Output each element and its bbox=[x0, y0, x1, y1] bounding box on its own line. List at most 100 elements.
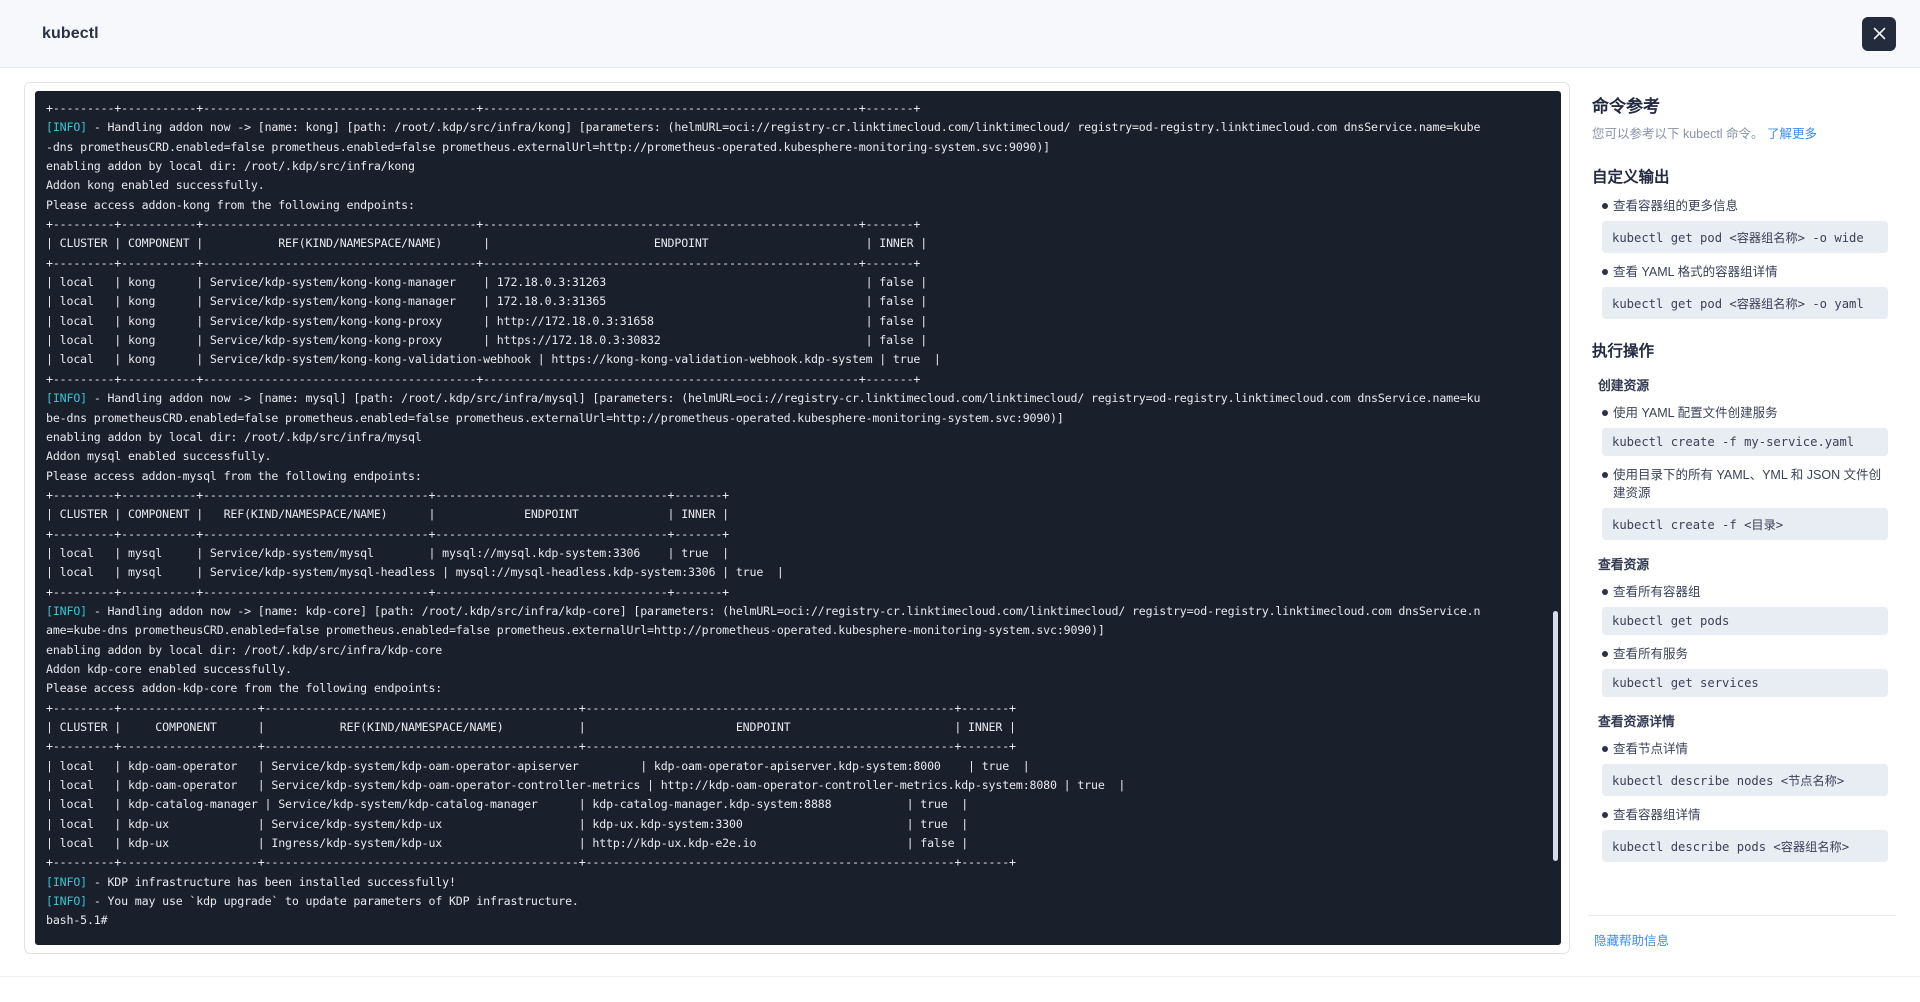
help-description-text: 您可以参考以下 kubectl 命令。 bbox=[1592, 127, 1764, 141]
log-level-info: [INFO] bbox=[46, 120, 87, 135]
bullet-icon bbox=[1602, 203, 1608, 209]
terminal-line: ame=kube-dns prometheusCRD.enabled=false… bbox=[46, 623, 1105, 638]
dialog-body: +---------+-----------+-----------------… bbox=[0, 68, 1920, 976]
terminal-line: | local | kong | Service/kdp-system/kong… bbox=[46, 275, 928, 290]
bullet-icon bbox=[1602, 472, 1608, 478]
terminal-line: +---------+-----------+-----------------… bbox=[46, 584, 730, 599]
terminal-line: bash-5.1# bbox=[46, 913, 108, 928]
dialog-titlebar: kubectl bbox=[0, 0, 1920, 68]
bullet-icon bbox=[1602, 269, 1608, 275]
help-command-snippet[interactable]: kubectl create -f <目录> bbox=[1602, 508, 1888, 540]
terminal-line: [INFO] - Handling addon now -> [name: my… bbox=[46, 391, 1481, 406]
help-section-heading: 自定义输出 bbox=[1592, 169, 1670, 186]
terminal-line: enabling addon by local dir: /root/.kdp/… bbox=[46, 642, 443, 657]
help-group-heading: 查看资源 bbox=[1598, 557, 1650, 572]
terminal-line: | local | mysql | Service/kdp-system/mys… bbox=[46, 545, 730, 560]
learn-more-link[interactable]: 了解更多 bbox=[1767, 127, 1817, 141]
help-command-snippet[interactable]: kubectl describe pods <容器组名称> bbox=[1602, 830, 1888, 862]
terminal-line: | CLUSTER | COMPONENT | REF(KIND/NAMESPA… bbox=[46, 236, 928, 251]
terminal-line: Please access addon-kong from the follow… bbox=[46, 197, 415, 212]
terminal-scrollbar-thumb[interactable] bbox=[1553, 611, 1558, 861]
help-footer: 隐藏帮助信息 bbox=[1588, 915, 1896, 954]
terminal-line: | CLUSTER | COMPONENT | REF(KIND/NAMESPA… bbox=[46, 507, 730, 522]
terminal-line: be-dns prometheusCRD.enabled=false prome… bbox=[46, 410, 1064, 425]
help-command-snippet[interactable]: kubectl create -f my-service.yaml bbox=[1602, 428, 1888, 456]
help-item-text: 查看容器组的更多信息 bbox=[1613, 199, 1739, 213]
terminal-line: +---------+--------------------+--------… bbox=[46, 739, 1016, 754]
terminal-line: +---------+--------------------+--------… bbox=[46, 700, 1016, 715]
terminal-line: [INFO] - You may use `kdp upgrade` to up… bbox=[46, 894, 579, 909]
terminal-line: enabling addon by local dir: /root/.kdp/… bbox=[46, 429, 422, 444]
terminal-line: enabling addon by local dir: /root/.kdp/… bbox=[46, 159, 415, 174]
terminal-lines: +---------+-----------+-----------------… bbox=[41, 99, 1557, 931]
terminal-panel: +---------+-----------+-----------------… bbox=[24, 82, 1570, 954]
terminal-line: +---------+-----------+-----------------… bbox=[46, 526, 730, 541]
terminal-line: +---------+-----------+-----------------… bbox=[46, 217, 921, 232]
terminal-line: Please access addon-kdp-core from the fo… bbox=[46, 681, 443, 696]
help-description: 您可以参考以下 kubectl 命令。 了解更多 bbox=[1592, 125, 1888, 143]
terminal-line: [INFO] - KDP infrastructure has been ins… bbox=[46, 874, 456, 889]
help-group-heading: 创建资源 bbox=[1598, 378, 1650, 393]
help-command-snippet[interactable]: kubectl get services bbox=[1602, 669, 1888, 697]
terminal-line: +---------+-----------+-----------------… bbox=[46, 487, 730, 502]
bullet-icon bbox=[1602, 410, 1608, 416]
help-item-text: 查看所有容器组 bbox=[1613, 585, 1701, 599]
help-item-text: 查看 YAML 格式的容器组详情 bbox=[1613, 265, 1778, 279]
terminal-line: +---------+-----------+-----------------… bbox=[46, 371, 921, 386]
bullet-icon bbox=[1602, 746, 1608, 752]
terminal-line: Addon mysql enabled successfully. bbox=[46, 449, 272, 464]
terminal-line: | local | mysql | Service/kdp-system/mys… bbox=[46, 565, 784, 580]
help-item-label: 查看 YAML 格式的容器组详情 bbox=[1602, 263, 1888, 281]
terminal-line: +---------+-----------+-----------------… bbox=[46, 255, 921, 270]
terminal-line: | local | kdp-ux | Ingress/kdp-system/kd… bbox=[46, 836, 969, 851]
terminal-line: [INFO] - Handling addon now -> [name: kd… bbox=[46, 603, 1481, 618]
dialog-bottom-strip bbox=[0, 976, 1920, 1002]
help-section-heading: 执行操作 bbox=[1592, 343, 1655, 360]
hide-help-link[interactable]: 隐藏帮助信息 bbox=[1594, 934, 1669, 948]
help-title: 命令参考 bbox=[1592, 97, 1660, 116]
terminal-line: | local | kong | Service/kdp-system/kong… bbox=[46, 313, 928, 328]
log-level-info: [INFO] bbox=[46, 391, 87, 406]
help-scroll-area[interactable]: 命令参考 您可以参考以下 kubectl 命令。 了解更多 自定义输出查看容器组… bbox=[1588, 82, 1896, 915]
help-command-snippet[interactable]: kubectl get pod <容器组名称> -o yaml bbox=[1602, 287, 1888, 319]
bullet-icon bbox=[1602, 589, 1608, 595]
terminal-line: Please access addon-mysql from the follo… bbox=[46, 468, 422, 483]
terminal-line: | local | kdp-oam-operator | Service/kdp… bbox=[46, 778, 1126, 793]
bullet-icon bbox=[1602, 651, 1608, 657]
terminal-line: Addon kdp-core enabled successfully. bbox=[46, 661, 292, 676]
log-level-info: [INFO] bbox=[46, 603, 87, 618]
help-item-label: 查看所有服务 bbox=[1602, 645, 1888, 663]
help-item-label: 查看节点详情 bbox=[1602, 740, 1888, 758]
terminal-line: | local | kong | Service/kdp-system/kong… bbox=[46, 294, 928, 309]
help-command-snippet[interactable]: kubectl get pods bbox=[1602, 607, 1888, 635]
terminal-line: [INFO] - Handling addon now -> [name: ko… bbox=[46, 120, 1481, 135]
terminal-output[interactable]: +---------+-----------+-----------------… bbox=[35, 91, 1561, 945]
terminal-line: | local | kdp-catalog-manager | Service/… bbox=[46, 797, 969, 812]
bullet-icon bbox=[1602, 812, 1608, 818]
help-item-text: 查看容器组详情 bbox=[1613, 808, 1701, 822]
help-command-snippet[interactable]: kubectl get pod <容器组名称> -o wide bbox=[1602, 221, 1888, 253]
help-item-label: 使用目录下的所有 YAML、YML 和 JSON 文件创建资源 bbox=[1602, 466, 1888, 502]
help-item-label: 查看容器组详情 bbox=[1602, 806, 1888, 824]
help-item-label: 使用 YAML 配置文件创建服务 bbox=[1602, 404, 1888, 422]
terminal-line: | local | kdp-oam-operator | Service/kdp… bbox=[46, 758, 1030, 773]
terminal-line: | CLUSTER | COMPONENT | REF(KIND/NAMESPA… bbox=[46, 720, 1016, 734]
help-item-label: 查看所有容器组 bbox=[1602, 583, 1888, 601]
terminal-line: -dns prometheusCRD.enabled=false prometh… bbox=[46, 139, 1051, 154]
help-sections: 自定义输出查看容器组的更多信息 kubectl get pod <容器组名称> -… bbox=[1592, 165, 1888, 862]
terminal-line: | local | kong | Service/kdp-system/kong… bbox=[46, 333, 928, 348]
help-item-text: 使用 YAML 配置文件创建服务 bbox=[1613, 406, 1778, 420]
kubectl-terminal-dialog: kubectl +---------+-----------+---------… bbox=[0, 0, 1920, 1002]
terminal-line: | local | kong | Service/kdp-system/kong… bbox=[46, 352, 941, 367]
terminal-line: Addon kong enabled successfully. bbox=[46, 178, 265, 193]
dialog-title: kubectl bbox=[42, 24, 99, 42]
help-sidebar: 命令参考 您可以参考以下 kubectl 命令。 了解更多 自定义输出查看容器组… bbox=[1588, 82, 1896, 954]
close-button[interactable] bbox=[1862, 16, 1896, 51]
terminal-line: +---------+-----------+-----------------… bbox=[46, 101, 921, 115]
close-icon bbox=[1872, 26, 1887, 41]
log-level-info: [INFO] bbox=[46, 874, 87, 889]
help-command-snippet[interactable]: kubectl describe nodes <节点名称> bbox=[1602, 764, 1888, 796]
terminal-line: | local | kdp-ux | Service/kdp-system/kd… bbox=[46, 816, 969, 831]
help-item-label: 查看容器组的更多信息 bbox=[1602, 197, 1888, 215]
help-item-text: 查看所有服务 bbox=[1613, 647, 1689, 661]
